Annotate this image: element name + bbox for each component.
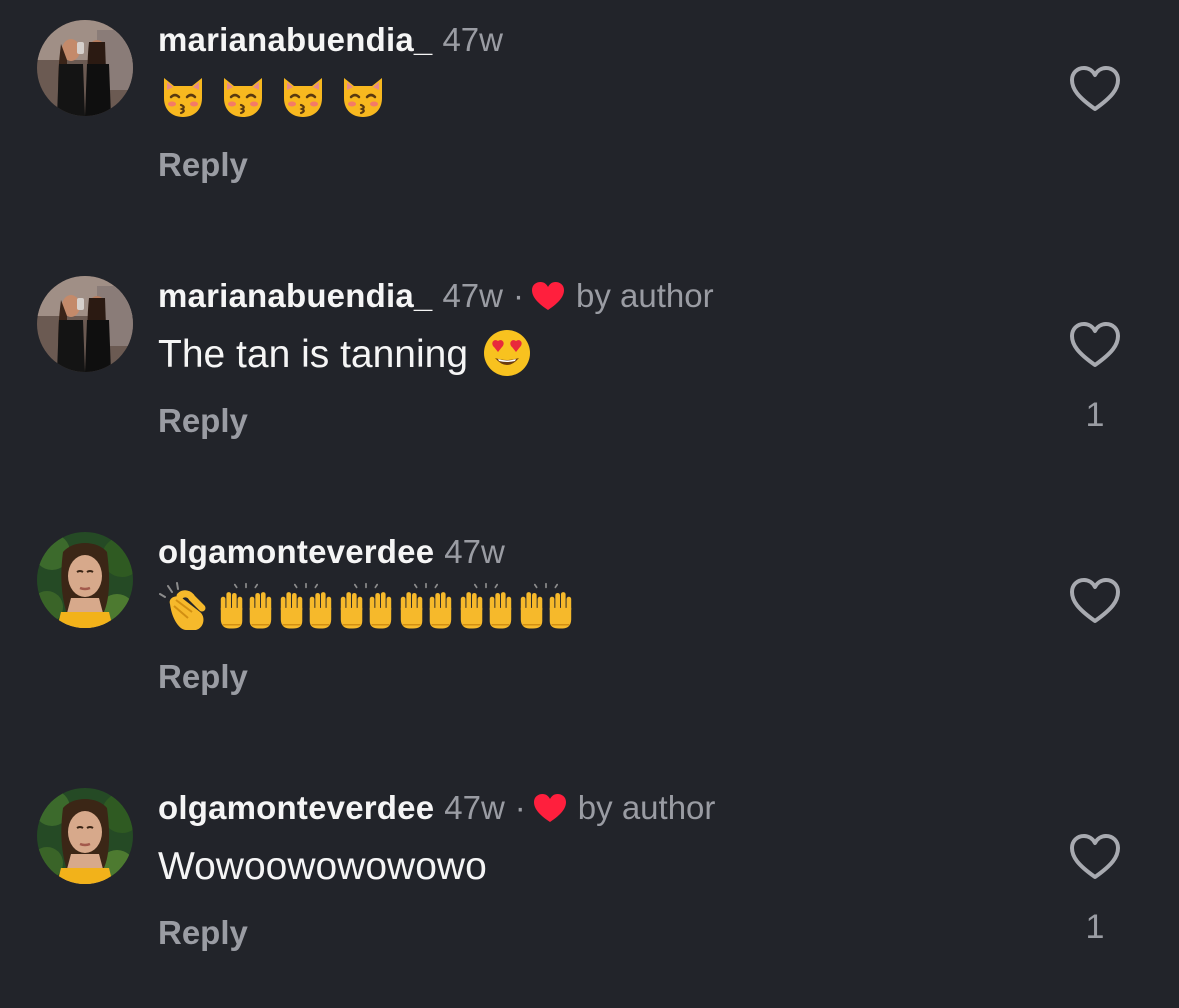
reply-button[interactable]: Reply [158, 146, 248, 184]
comment-item: marianabuendia_ 47w Reply [0, 0, 1179, 240]
raising-hands-emoji [458, 582, 514, 632]
author-heart-icon [532, 792, 568, 824]
comment-text: Wowoowowowowo [158, 845, 487, 888]
username[interactable]: marianabuendia_ [158, 277, 432, 315]
meta-separator: · [514, 789, 526, 826]
comment-meta: marianabuendia_ 47w · by author [158, 274, 714, 318]
raising-hands-emoji [518, 582, 574, 632]
avatar[interactable] [37, 788, 133, 884]
kissing-cat-emoji [278, 70, 328, 120]
reply-button[interactable]: Reply [158, 658, 248, 696]
comment-text: The tan is tanning [158, 333, 469, 376]
comment-item: olgamonteverdee 47w Reply [0, 512, 1179, 752]
reply-button[interactable]: Reply [158, 402, 248, 440]
clapping-hands-emoji [158, 582, 214, 632]
reply-button[interactable]: Reply [158, 914, 248, 952]
by-author-label: by author [575, 277, 714, 314]
timestamp: 47w [444, 533, 505, 570]
comment-meta: olgamonteverdee 47w · by author [158, 786, 715, 830]
by-author-label: by author [577, 789, 716, 826]
timestamp: 47w [442, 277, 503, 314]
kissing-cat-emoji [338, 70, 388, 120]
avatar[interactable] [37, 276, 133, 372]
raising-hands-emoji [338, 582, 394, 632]
like-heart-icon[interactable] [1068, 576, 1122, 626]
kissing-cat-emoji [158, 70, 208, 120]
username[interactable]: olgamonteverdee [158, 533, 434, 571]
author-heart-icon [530, 280, 566, 312]
kissing-cat-emoji [218, 70, 268, 120]
avatar[interactable] [37, 20, 133, 116]
comment-text-line: The tan is tanning [158, 330, 532, 380]
like-count: 1 [1085, 908, 1105, 946]
raising-hands-emoji [398, 582, 454, 632]
raising-hands-emoji [278, 582, 334, 632]
comment-meta: olgamonteverdee 47w [158, 530, 505, 574]
comment-item: olgamonteverdee 47w · by author Wowoowow… [0, 768, 1179, 1008]
username[interactable]: olgamonteverdee [158, 789, 434, 827]
raising-hands-emoji [218, 582, 274, 632]
like-count: 1 [1085, 396, 1105, 434]
comment-emojis [158, 70, 388, 120]
meta-separator: · [512, 277, 524, 314]
heart-eyes-emoji [482, 328, 532, 378]
comment-meta: marianabuendia_ 47w [158, 18, 503, 62]
like-heart-icon[interactable] [1068, 64, 1122, 114]
comment-emojis [158, 582, 574, 632]
like-heart-icon[interactable] [1068, 832, 1122, 882]
like-heart-icon[interactable] [1068, 320, 1122, 370]
username[interactable]: marianabuendia_ [158, 21, 432, 59]
timestamp: 47w [444, 789, 505, 826]
timestamp: 47w [442, 21, 503, 58]
comment-item: marianabuendia_ 47w · by author The tan … [0, 256, 1179, 496]
avatar[interactable] [37, 532, 133, 628]
